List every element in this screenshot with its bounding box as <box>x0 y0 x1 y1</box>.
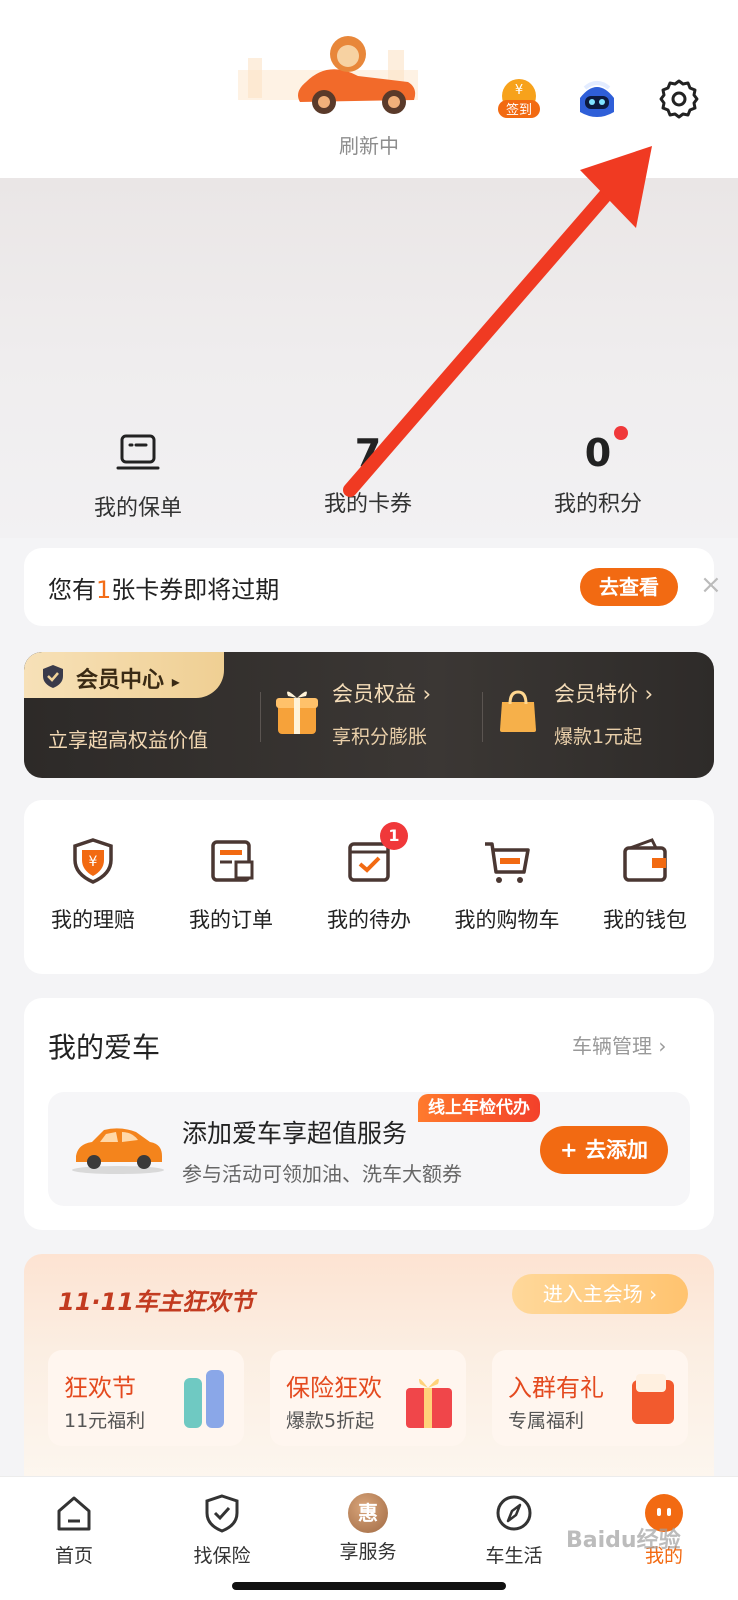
my-car-card: 我的爱车 车辆管理 › 添加爱车享超值服务 参与活动可领加油、洗车大额券 线上年… <box>24 998 714 1230</box>
promo-card-insurance[interactable]: 保险狂欢 爆款5折起 <box>270 1350 466 1446</box>
stat-label: 我的保单 <box>93 496 182 521</box>
annual-inspection-tag: 线上年检代办 <box>418 1094 540 1122</box>
mascot-car-icon <box>238 36 418 114</box>
divider <box>482 692 483 742</box>
promo-title: 11·11车主狂欢节 <box>58 1288 254 1316</box>
promo-card-title: 保险狂欢 <box>286 1374 382 1402</box>
shopping-bag-icon <box>500 690 536 732</box>
view-coupons-button[interactable]: 去查看 <box>580 568 678 606</box>
watermark: Baidu经验 <box>566 1528 681 1553</box>
stat-my-points[interactable]: 0 我的积分 <box>498 426 698 518</box>
home-indicator[interactable] <box>232 1582 506 1590</box>
tab-label: 车生活 <box>485 1545 543 1567</box>
cart-icon <box>485 842 530 883</box>
member-center-tag[interactable]: 会员中心 ▸ <box>24 652 224 698</box>
enter-main-venue-button[interactable]: 进入主会场 › <box>512 1274 688 1314</box>
notice-text: 您有1张卡券即将过期 <box>48 576 280 604</box>
robot-assistant-button[interactable] <box>572 74 622 124</box>
promo-card-sub: 爆款5折起 <box>286 1410 375 1432</box>
add-car-button[interactable]: + 去添加 <box>540 1126 668 1174</box>
quick-action-label: 我的购物车 <box>454 908 560 932</box>
member-subtitle: 立享超高权益价值 <box>48 728 208 752</box>
quick-action-label: 我的订单 <box>189 908 273 932</box>
top-header: 刷新中 签到 ¥ <box>0 0 738 178</box>
coupon-count: 7 <box>354 431 382 475</box>
quick-action-orders[interactable]: 我的订单 <box>162 836 300 934</box>
wallet-icon <box>623 838 667 882</box>
quick-actions-card: ¥ 我的理赔 我的订单 1 我的待办 我的购物车 我的钱包 <box>24 800 714 974</box>
tab-car-life[interactable]: 车生活 <box>464 1493 564 1568</box>
member-deals-title: 会员特价 › <box>554 682 654 706</box>
stat-my-policy[interactable]: 我的保单 <box>38 430 238 522</box>
quick-action-label: 我的理赔 <box>51 908 135 932</box>
settings-button[interactable] <box>654 74 704 124</box>
svg-text:¥: ¥ <box>89 854 98 870</box>
svg-text:签到: 签到 <box>506 102 532 118</box>
add-car-title: 添加爱车享超值服务 <box>182 1119 408 1148</box>
gear-icon <box>659 79 699 119</box>
tab-home[interactable]: 首页 <box>24 1493 124 1568</box>
checkin-button[interactable]: 签到 ¥ <box>494 74 544 124</box>
divider <box>260 692 261 742</box>
stat-label: 我的卡券 <box>323 492 412 517</box>
promo-card-join-group[interactable]: 入群有礼 专属福利 <box>492 1350 688 1446</box>
tab-label: 找保险 <box>193 1545 251 1567</box>
stat-label: 我的积分 <box>553 492 642 517</box>
member-center-banner[interactable]: 会员中心 ▸ 立享超高权益价值 会员权益 › 享积分膨胀 会员特价 › 爆款1元… <box>24 652 714 778</box>
shield-check-icon <box>205 1494 239 1533</box>
quick-action-claims[interactable]: ¥ 我的理赔 <box>24 836 162 934</box>
add-car-promo[interactable]: 添加爱车享超值服务 参与活动可领加油、洗车大额券 线上年检代办 + 去添加 <box>48 1092 690 1206</box>
add-car-subtitle: 参与活动可领加油、洗车大额券 <box>182 1162 462 1186</box>
tab-find-insurance[interactable]: 找保险 <box>172 1493 272 1568</box>
order-icon <box>211 840 254 882</box>
member-center-label: 会员中心 ▸ <box>76 668 180 693</box>
member-deals-sub: 爆款1元起 <box>554 726 643 748</box>
tab-label: 享服务 <box>339 1541 397 1563</box>
quick-action-todo[interactable]: 1 我的待办 <box>300 822 438 934</box>
quick-action-label: 我的待办 <box>327 908 411 932</box>
svg-text:¥: ¥ <box>515 83 523 98</box>
quick-action-cart[interactable]: 我的购物车 <box>438 836 576 934</box>
refresh-status: 刷新中 <box>339 134 399 158</box>
tab-label: 首页 <box>54 1545 93 1567</box>
orange-car-icon <box>72 1128 164 1174</box>
compass-icon <box>496 1495 532 1531</box>
points-count: 0 <box>584 431 612 475</box>
promo-card-sub: 专属福利 <box>508 1410 585 1432</box>
tab-services[interactable]: 惠 享服务 <box>318 1493 418 1564</box>
red-envelope-icon <box>632 1374 674 1424</box>
vehicle-management-link[interactable]: 车辆管理 › <box>572 1030 666 1059</box>
promo-card-sub: 11元福利 <box>64 1410 146 1432</box>
policy-icon <box>116 434 160 470</box>
close-icon[interactable]: × <box>700 572 722 598</box>
my-car-title: 我的爱车 <box>48 1031 161 1064</box>
member-shield-icon <box>43 665 63 688</box>
promo-card-title: 狂欢节 <box>64 1374 136 1402</box>
gift-box-icon <box>406 1378 452 1428</box>
drink-bottles-icon <box>184 1370 224 1428</box>
quick-action-label: 我的钱包 <box>603 908 687 932</box>
home-icon <box>57 1496 91 1531</box>
robot-assistant-icon <box>580 81 614 117</box>
stat-my-coupons[interactable]: 7 我的卡券 <box>268 430 468 518</box>
new-dot <box>614 426 628 440</box>
promo-card-carnival[interactable]: 狂欢节 11元福利 <box>48 1350 244 1446</box>
quick-action-wallet[interactable]: 我的钱包 <box>576 836 714 934</box>
todo-badge: 1 <box>380 822 408 850</box>
gift-box-icon <box>276 691 318 734</box>
hui-icon: 惠 <box>348 1493 388 1533</box>
double-eleven-promo: 11·11车主狂欢节 进入主会场 › 狂欢节 11元福利 保险狂欢 爆款5折起 … <box>24 1254 714 1494</box>
member-benefits-sub: 享积分膨胀 <box>332 726 428 748</box>
member-benefits-title: 会员权益 › <box>332 682 432 706</box>
coupon-expiry-notice: 您有1张卡券即将过期 去查看 × <box>24 548 722 626</box>
claim-shield-icon: ¥ <box>73 838 113 884</box>
checkin-icon: 签到 ¥ <box>498 79 540 118</box>
promo-card-title: 入群有礼 <box>508 1374 604 1402</box>
